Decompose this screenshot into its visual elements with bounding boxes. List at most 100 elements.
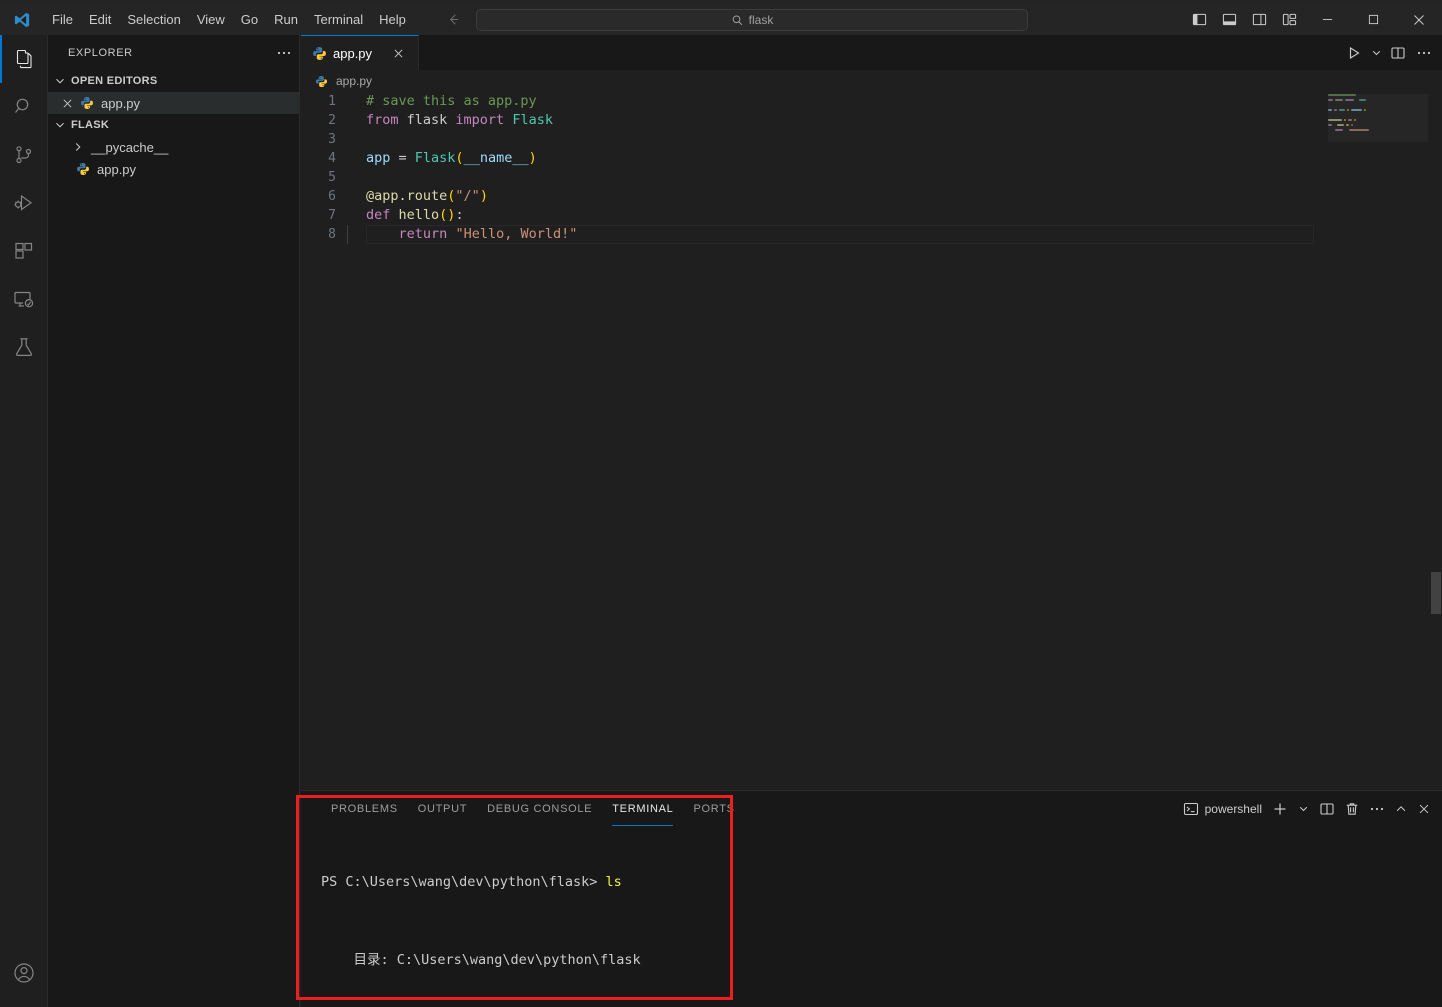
tab-terminal[interactable]: TERMINAL — [602, 791, 683, 826]
arrow-left-icon[interactable] — [444, 10, 464, 30]
views-and-more-actions-icon[interactable] — [1366, 797, 1388, 821]
code-text: return "Hello, World!" — [347, 225, 577, 244]
indent-guide — [347, 225, 348, 244]
code-token: @app.route — [366, 188, 448, 204]
panel-actions: powershell — [1183, 791, 1434, 826]
activity-item-extensions[interactable] — [0, 227, 48, 275]
line-number: 2 — [328, 113, 336, 128]
python-icon — [74, 162, 92, 176]
terminal-profile-chevron-down-icon[interactable] — [1294, 797, 1313, 821]
code-token: Flask — [512, 112, 553, 128]
window-maximize-button[interactable] — [1350, 4, 1396, 35]
activity-item-search[interactable] — [0, 83, 48, 131]
sidebar-title-bar: EXPLORER — [48, 35, 299, 70]
editor-group: app.py app.py 1 # save this as app.py 2 … — [301, 35, 1442, 790]
more-actions-icon[interactable] — [1412, 41, 1436, 65]
code-lines: 1 # save this as app.py 2 from flask import… — [301, 92, 1442, 244]
line-number: 4 — [328, 151, 336, 166]
open-editor-item-app-py[interactable]: app.py — [48, 92, 299, 114]
active-terminal-indicator[interactable]: powershell — [1183, 801, 1266, 817]
code-token: return — [398, 226, 448, 242]
activity-item-testing[interactable] — [0, 323, 48, 371]
tab-problems[interactable]: PROBLEMS — [321, 791, 408, 826]
line-number: 3 — [328, 132, 336, 147]
maximize-panel-chevron-up-icon[interactable] — [1391, 797, 1411, 821]
code-token: = — [390, 150, 415, 166]
close-icon[interactable] — [56, 97, 78, 110]
menu-bar: File Edit Selection View Go Run Terminal… — [44, 4, 414, 35]
terminal-prompt-line: PS C:\Users\wang\dev\python\flask> ls — [321, 873, 1442, 893]
menu-selection[interactable]: Selection — [119, 4, 188, 35]
tab-label: app.py — [333, 45, 373, 61]
editor-vertical-scrollbar[interactable] — [1428, 92, 1442, 790]
command-center-search[interactable]: flask — [476, 9, 1028, 31]
activity-item-run-debug[interactable] — [0, 179, 48, 227]
file-label: app.py — [97, 161, 137, 177]
terminal-name: powershell — [1204, 801, 1262, 816]
breadcrumb[interactable]: app.py — [301, 70, 1442, 92]
window-controls — [1304, 4, 1442, 35]
menu-file[interactable]: File — [44, 4, 81, 35]
customize-layout-icon[interactable] — [1278, 9, 1300, 31]
terminal-result-lines: 目录: C:\Users\wang\dev\python\flask Mode … — [321, 932, 1442, 1007]
split-terminal-icon[interactable] — [1316, 797, 1338, 821]
menu-run[interactable]: Run — [266, 4, 306, 35]
tree-item-app-py[interactable]: app.py — [48, 158, 299, 180]
minimap-slider[interactable] — [1328, 94, 1428, 142]
activity-item-source-control[interactable] — [0, 131, 48, 179]
minimap[interactable] — [1328, 94, 1428, 788]
code-editor[interactable]: 1 # save this as app.py 2 from flask import… — [301, 92, 1442, 790]
toggle-panel-icon[interactable] — [1218, 9, 1240, 31]
line-number: 8 — [328, 227, 336, 242]
terminal-output[interactable]: PS C:\Users\wang\dev\python\flask> ls 目录… — [301, 826, 1442, 1007]
section-flask-workspace[interactable]: FLASK — [48, 114, 299, 136]
run-python-file-icon[interactable] — [1342, 41, 1366, 65]
menu-go[interactable]: Go — [233, 4, 266, 35]
close-panel-icon[interactable] — [1414, 797, 1434, 821]
toggle-secondary-sidebar-icon[interactable] — [1248, 9, 1270, 31]
activity-item-accounts[interactable] — [0, 949, 48, 997]
tab-ports[interactable]: PORTS — [683, 791, 744, 826]
window-close-button[interactable] — [1396, 4, 1442, 35]
menu-terminal[interactable]: Terminal — [306, 4, 371, 35]
code-token: () — [439, 207, 456, 223]
terminal-command: ls — [605, 874, 622, 890]
section-open-editors[interactable]: OPEN EDITORS — [48, 70, 299, 92]
scrollbar-thumb[interactable] — [1431, 572, 1441, 614]
line-number: 6 — [328, 189, 336, 204]
tree-item-pycache-folder[interactable]: __pycache__ — [48, 136, 299, 158]
code-token: app — [366, 150, 391, 166]
code-token: ) — [528, 150, 537, 166]
activity-item-explorer[interactable] — [0, 35, 48, 83]
tab-app-py[interactable]: app.py — [301, 35, 420, 70]
code-token: from — [366, 112, 399, 128]
code-text: # save this as app.py — [347, 92, 537, 111]
tab-debug-console[interactable]: DEBUG CONSOLE — [477, 791, 602, 826]
sidebar-more-actions-icon[interactable] — [273, 42, 295, 64]
window-minimize-button[interactable] — [1304, 4, 1350, 35]
folder-label: __pycache__ — [91, 139, 169, 155]
sidebar-title: EXPLORER — [68, 46, 133, 59]
open-editor-label: app.py — [101, 95, 141, 111]
menu-edit[interactable]: Edit — [81, 4, 119, 35]
tab-close-icon[interactable] — [388, 43, 408, 63]
python-icon — [315, 75, 331, 88]
vscode-window: ▪▪▫▪▫▪▪▫▫▪▫▪▫▪▪▫▪▫▫▪▪▫▪▫▪▫▪▫▫▪▪▫▫▪▫▪▫▪▫▪… — [0, 0, 1442, 1007]
run-options-chevron-down-icon[interactable] — [1368, 41, 1384, 65]
chevron-right-icon — [70, 139, 86, 155]
menu-help[interactable]: Help — [371, 4, 414, 35]
code-token: __name__ — [463, 150, 529, 166]
python-icon — [78, 96, 96, 110]
activity-item-remote-explorer[interactable] — [0, 275, 48, 323]
new-terminal-icon[interactable] — [1269, 797, 1291, 821]
tab-output[interactable]: OUTPUT — [408, 791, 477, 826]
toggle-primary-sidebar-icon[interactable] — [1188, 9, 1210, 31]
menu-view[interactable]: View — [189, 4, 233, 35]
panel-tab-bar: PROBLEMS OUTPUT DEBUG CONSOLE TERMINAL P… — [301, 791, 1442, 826]
kill-terminal-trash-icon[interactable] — [1341, 797, 1363, 821]
split-editor-icon[interactable] — [1386, 41, 1410, 65]
